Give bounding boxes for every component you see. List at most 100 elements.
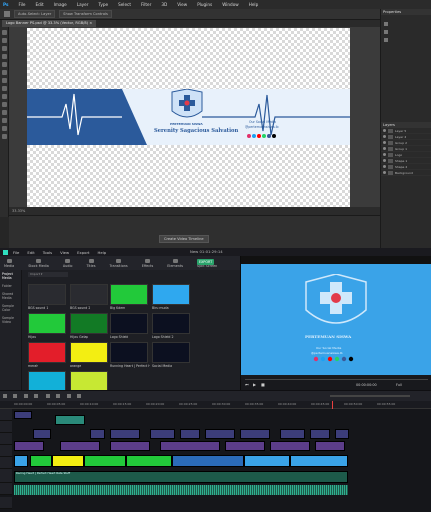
timeline-ruler[interactable]: 00:00:00:00 00:00:05:00 00:00:10:00 00:00:1… [0,401,431,512]
media-tile[interactable] [110,284,148,305]
media-tile[interactable] [28,313,66,334]
timeline-clip[interactable] [240,429,270,439]
media-tile[interactable] [110,342,148,363]
ps-menu-item[interactable]: Image [54,2,67,7]
brush-icon[interactable] [2,70,7,75]
fm-menu-item[interactable]: View [60,250,69,255]
track-header[interactable] [0,497,12,509]
eyedropper-icon[interactable] [2,62,7,67]
preview-scrubber[interactable] [245,379,428,380]
color-icon[interactable] [66,394,71,398]
track-header[interactable] [0,433,12,445]
timeline-clip[interactable] [270,441,310,451]
transform-controls-option[interactable]: Show Transform Controls [59,10,112,18]
timeline-clip[interactable] [90,429,105,439]
ps-menu-item[interactable]: Window [222,2,239,7]
timeline-clip[interactable] [160,441,220,451]
stamp-icon[interactable] [2,78,7,83]
tab-transitions[interactable]: Transitions [110,258,128,268]
timeline-clip[interactable] [172,455,244,467]
timeline-clip[interactable] [205,429,235,439]
tree-item[interactable]: Shared Media [0,290,21,302]
tab-elements[interactable]: Elements [167,258,183,268]
media-tile[interactable] [70,313,108,334]
timeline-clip[interactable] [244,455,290,467]
media-tile[interactable] [152,284,190,305]
tab-audio[interactable]: Audio [63,258,72,268]
track-header[interactable] [0,457,12,469]
cut-icon[interactable] [34,394,39,398]
track-header[interactable] [0,421,12,433]
timeline-clip[interactable] [290,455,348,467]
undo-icon[interactable] [3,394,7,398]
create-timeline-button[interactable]: Create Video Timeline [159,235,209,243]
eraser-icon[interactable] [2,86,7,91]
fm-menu-item[interactable]: Help [98,250,107,255]
preview-zoom[interactable]: Full [396,383,402,387]
play-icon[interactable]: ▶ [253,382,256,387]
fm-menu-item[interactable]: Export [77,250,89,255]
speed-icon[interactable] [55,394,60,398]
media-tile[interactable] [28,284,66,305]
zoom-icon[interactable] [2,134,7,139]
ps-menu-item[interactable]: File [19,2,26,7]
timeline-clip[interactable] [60,441,100,451]
pen-icon[interactable] [2,102,7,107]
document-tab[interactable]: Logo Banner PS.psd @ 33.3% (Vector, RGB/… [2,20,97,27]
ps-artboard[interactable]: PERTEMUAN SISWA Serenity Sagacious Salva… [27,28,350,207]
timeline-clip[interactable] [225,441,265,451]
preview-screen[interactable]: PERTEMUAN SISWA Our Social Media @pertem… [241,264,431,375]
ps-menu-item[interactable]: Ps [3,2,9,7]
lasso-icon[interactable] [2,46,7,51]
crop-icon[interactable] [45,394,50,398]
timeline-clip[interactable] [14,455,28,467]
timeline-clip[interactable] [280,429,305,439]
ps-menu-item[interactable]: 3D [161,2,167,7]
shape-icon[interactable] [2,118,7,123]
media-tile[interactable] [152,313,190,334]
delete-icon[interactable] [24,394,29,398]
redo-icon[interactable] [13,394,17,398]
ps-menu-item[interactable]: Type [98,2,108,7]
media-tile[interactable] [70,284,108,305]
timeline-clip[interactable] [33,429,51,439]
track-header[interactable] [0,445,12,457]
auto-select-option[interactable]: Auto-Select: Layer [14,10,56,18]
tree-item[interactable]: Folder [0,282,21,290]
ps-menu-item[interactable]: Layer [77,2,89,7]
track-header[interactable] [0,409,12,421]
media-tile[interactable] [28,342,66,363]
media-tile[interactable] [110,313,148,334]
media-tile[interactable] [28,371,66,392]
gradient-icon[interactable] [2,94,7,99]
media-tile[interactable] [70,342,108,363]
move-icon[interactable] [2,30,7,35]
audio-icon[interactable] [76,394,81,398]
tab-stock-media[interactable]: Stock Media [28,258,49,268]
timeline-clip[interactable] [30,455,52,467]
ps-menu-item[interactable]: Edit [36,2,44,7]
tab-effects[interactable]: Effects [142,258,153,268]
fm-menu-item[interactable]: Edit [27,250,34,255]
media-import-dropdown[interactable]: Import ▾ [28,272,68,277]
track-header[interactable] [0,483,12,495]
timeline-clip[interactable] [310,429,330,439]
export-button[interactable]: EXPORT [197,259,214,265]
timeline-clip[interactable] [110,429,140,439]
media-tile[interactable] [152,342,190,363]
media-tile[interactable] [70,371,108,392]
marquee-icon[interactable] [2,38,7,43]
tab-titles[interactable]: Titles [86,258,96,268]
timeline-clip[interactable] [315,441,345,451]
tree-item[interactable]: Project Media [0,270,21,282]
timeline-clip[interactable] [55,415,85,425]
ps-menu-item[interactable]: Plugins [197,2,212,7]
stop-icon[interactable]: ■ [261,382,265,387]
ps-menu-item[interactable]: Filter [141,2,151,7]
crop-icon[interactable] [2,54,7,59]
layer-row[interactable]: Background [381,170,431,176]
timeline-clip[interactable] [335,429,349,439]
fm-menu-item[interactable]: Tools [43,250,52,255]
tree-item[interactable]: Sample Color [0,302,21,314]
timeline-clip[interactable] [52,455,84,467]
